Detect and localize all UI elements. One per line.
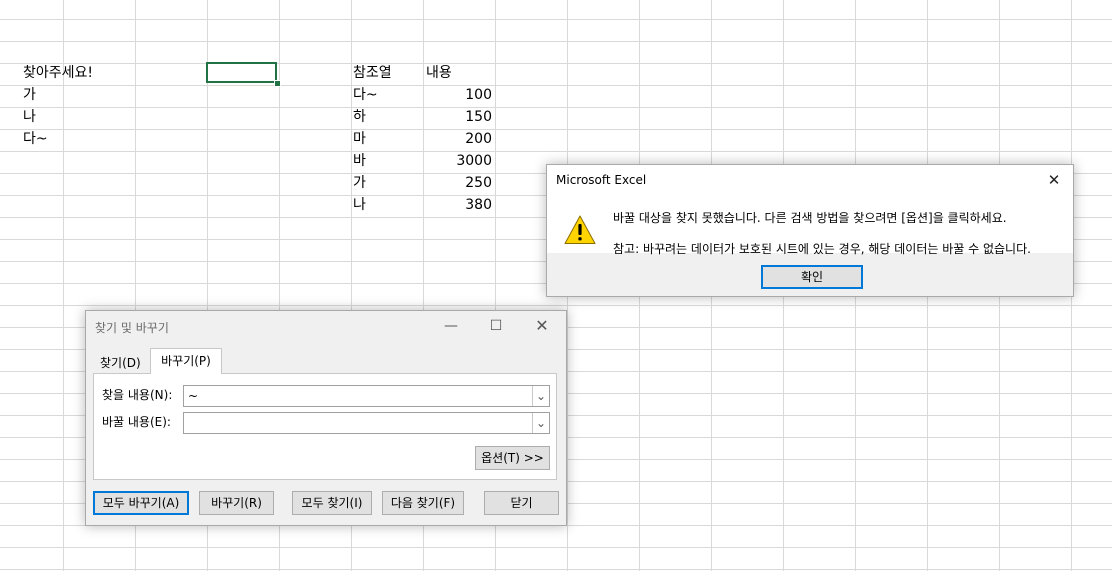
table-value[interactable]: 380 bbox=[420, 194, 492, 216]
dialog-title: 찾기 및 바꾸기 bbox=[95, 321, 169, 335]
message-line-2: 참고: 바꾸려는 데이터가 보호된 시트에 있는 경우, 해당 데이터는 바꿀 … bbox=[613, 242, 1031, 256]
table-key[interactable]: 나 bbox=[353, 194, 366, 216]
replace-with-input[interactable]: ⌄ bbox=[183, 412, 550, 434]
replace-with-label: 바꿀 내용(E): bbox=[102, 415, 171, 429]
cell-a-1[interactable]: 가 bbox=[23, 84, 36, 106]
chevron-down-icon[interactable]: ⌄ bbox=[532, 386, 549, 406]
table-value[interactable]: 100 bbox=[420, 84, 492, 106]
find-next-button[interactable]: 다음 찾기(F) bbox=[382, 491, 464, 515]
table-value[interactable]: 200 bbox=[420, 128, 492, 150]
tab-panel: 찾을 내용(N): ~ ⌄ 바꿀 내용(E): ⌄ 옵션(T) >> bbox=[93, 373, 557, 480]
maximize-icon[interactable]: ☐ bbox=[481, 314, 511, 338]
table-key[interactable]: 바 bbox=[353, 150, 366, 172]
table-key[interactable]: 마 bbox=[353, 128, 366, 150]
cell-a-2[interactable]: 나 bbox=[23, 106, 36, 128]
title-bar: Microsoft Excel ✕ bbox=[547, 165, 1073, 195]
find-what-label: 찾을 내용(N): bbox=[102, 388, 173, 402]
fill-handle[interactable] bbox=[274, 80, 281, 87]
table-value[interactable]: 3000 bbox=[420, 150, 492, 172]
table-key[interactable]: 하 bbox=[353, 106, 366, 128]
close-button[interactable]: 닫기 bbox=[484, 491, 559, 515]
find-replace-dialog: 찾기 및 바꾸기 — ☐ ✕ 찾기(D) 바꾸기(P) 찾을 내용(N): ~ … bbox=[85, 310, 567, 526]
message-body: 바꿀 대상을 찾지 못했습니다. 다른 검색 방법을 찾으려면 [옵션]을 클릭… bbox=[547, 195, 1073, 256]
table-key[interactable]: 다~ bbox=[353, 84, 378, 106]
tab-replace[interactable]: 바꾸기(P) bbox=[150, 348, 222, 374]
minimize-icon[interactable]: — bbox=[436, 314, 466, 338]
tab-find[interactable]: 찾기(D) bbox=[96, 353, 145, 373]
cell-a-3[interactable]: 다~ bbox=[23, 128, 48, 150]
table-value[interactable]: 150 bbox=[420, 106, 492, 128]
table-key[interactable]: 가 bbox=[353, 172, 366, 194]
selected-cell[interactable] bbox=[206, 62, 277, 83]
replace-button[interactable]: 바꾸기(R) bbox=[199, 491, 274, 515]
find-what-input[interactable]: ~ ⌄ bbox=[183, 385, 550, 407]
warning-icon bbox=[564, 215, 596, 244]
find-what-value[interactable]: ~ bbox=[188, 386, 198, 406]
header-content[interactable]: 내용 bbox=[426, 62, 452, 84]
ok-button[interactable]: 확인 bbox=[761, 265, 863, 289]
close-icon[interactable]: ✕ bbox=[1041, 168, 1067, 192]
table-value[interactable]: 250 bbox=[420, 172, 492, 194]
header-ref-column[interactable]: 참조열 bbox=[353, 62, 392, 84]
find-all-button[interactable]: 모두 찾기(I) bbox=[292, 491, 372, 515]
message-line-1: 바꿀 대상을 찾지 못했습니다. 다른 검색 방법을 찾으려면 [옵션]을 클릭… bbox=[613, 211, 1007, 225]
message-box: Microsoft Excel ✕ 바꿀 대상을 찾지 못했습니다. 다른 검색… bbox=[546, 164, 1074, 297]
options-button[interactable]: 옵션(T) >> bbox=[475, 446, 550, 470]
replace-all-button[interactable]: 모두 바꾸기(A) bbox=[93, 491, 189, 515]
cell-a-title[interactable]: 찾아주세요! bbox=[23, 62, 93, 84]
close-icon[interactable]: ✕ bbox=[527, 314, 557, 338]
chevron-down-icon[interactable]: ⌄ bbox=[532, 413, 549, 433]
message-box-title: Microsoft Excel bbox=[556, 173, 647, 187]
